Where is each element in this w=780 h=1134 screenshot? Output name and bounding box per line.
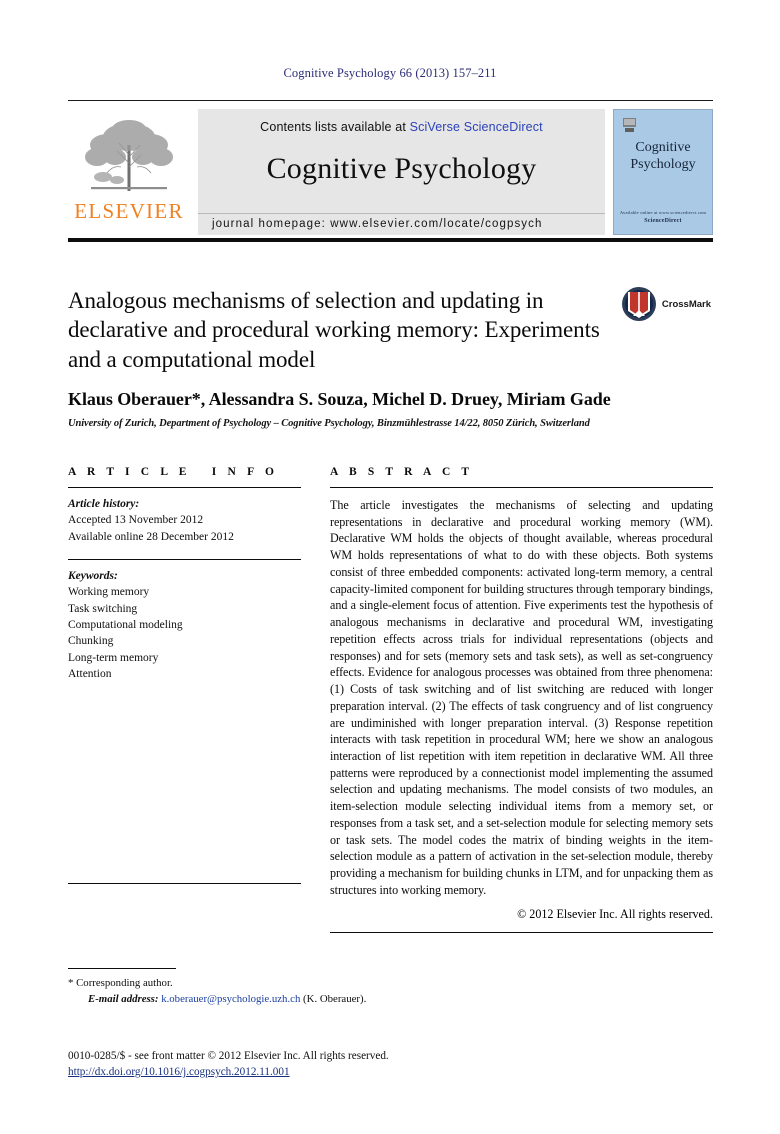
journal-masthead: ELSEVIER Contents lists available at Sci…	[68, 100, 713, 235]
keywords-block: Keywords: Working memory Task switching …	[68, 560, 301, 682]
abstract-heading: A B S T R A C T	[330, 466, 474, 478]
email-link[interactable]: k.oberauer@psychologie.uzh.ch	[161, 993, 300, 1005]
crossmark-label: CrossMark	[661, 298, 711, 310]
abstract-rule-bottom	[330, 931, 713, 933]
author-list: Klaus Oberauer*, Alessandra S. Souza, Mi…	[68, 389, 611, 410]
article-info-rule-bottom	[68, 883, 301, 885]
affiliation: University of Zurich, Department of Psyc…	[68, 418, 590, 430]
article-info-column: A R T I C L E I N F O Article history: A…	[68, 466, 301, 933]
abstract-copyright: © 2012 Elsevier Inc. All rights reserved…	[517, 906, 713, 921]
sciverse-link[interactable]: SciVerse	[410, 120, 461, 134]
email-label: E-mail address:	[88, 993, 159, 1006]
info-abstract-columns: A R T I C L E I N F O Article history: A…	[68, 466, 713, 933]
title-block: CrossMark Analogous mechanisms of select…	[68, 286, 713, 429]
cover-footer-line1: Available online at www.sciencedirect.co…	[619, 210, 707, 216]
journal-homepage[interactable]: journal homepage: www.elsevier.com/locat…	[198, 213, 605, 235]
crossmark-icon	[621, 287, 656, 321]
colophon-block: 0010-0285/$ - see front matter © 2012 El…	[68, 1048, 628, 1080]
running-head: Cognitive Psychology 66 (2013) 157–211	[283, 66, 497, 80]
elsevier-tree-icon	[85, 120, 173, 191]
crossmark-badge[interactable]: CrossMark	[621, 286, 711, 322]
masthead-center-box: Contents lists available at SciVerse Sci…	[198, 109, 605, 235]
cover-journal-title: Cognitive Psychology	[614, 140, 712, 173]
cover-footer-line2: ScienceDirect	[644, 218, 682, 224]
article-history-label: Article history:	[68, 498, 140, 510]
keyword-item: Chunking	[68, 635, 114, 648]
keyword-item: Working memory	[68, 586, 150, 599]
keyword-item: Attention	[68, 667, 112, 680]
article-info-heading: A R T I C L E I N F O	[68, 466, 279, 478]
keyword-item: Long-term memory	[68, 651, 159, 664]
issn-copyright-line: 0010-0285/$ - see front matter © 2012 El…	[68, 1050, 389, 1062]
journal-cover-thumbnail[interactable]: Cognitive Psychology Available online at…	[613, 109, 713, 235]
email-line: E-mail address: k.oberauer@psychologie.u…	[68, 991, 488, 1007]
doi-link[interactable]: http://dx.doi.org/10.1016/j.cogpsych.201…	[68, 1064, 628, 1080]
article-history-item: Available online 28 December 2012	[68, 530, 234, 543]
article-history: Article history: Accepted 13 November 20…	[68, 488, 301, 545]
corresponding-author-line: * Corresponding author.	[68, 977, 173, 989]
keyword-item: Task switching	[68, 602, 138, 615]
masthead-bottom-rule	[68, 238, 713, 242]
contents-prefix: Contents lists available at	[260, 120, 410, 134]
cover-footer: Available online at www.sciencedirect.co…	[614, 210, 712, 226]
keywords-label: Keywords:	[68, 569, 118, 582]
abstract-text: The article investigates the mechanisms …	[330, 498, 714, 897]
elsevier-mark-icon	[623, 118, 636, 132]
journal-title: Cognitive Psychology	[266, 152, 537, 185]
keyword-item: Computational modeling	[68, 618, 183, 631]
article-first-page: Cognitive Psychology 66 (2013) 157–211 E…	[0, 0, 780, 1134]
email-suffix: (K. Oberauer).	[300, 993, 367, 1006]
page-title: Analogous mechanisms of selection and up…	[68, 288, 600, 372]
sciencedirect-link[interactable]: ScienceDirect	[460, 120, 543, 134]
elsevier-logo: ELSEVIER	[68, 109, 190, 235]
cover-title-line2: Psychology	[630, 156, 696, 172]
column-gap	[301, 466, 330, 933]
abstract-column: A B S T R A C T The article investigates…	[330, 466, 713, 933]
article-history-item: Accepted 13 November 2012	[68, 514, 204, 527]
contents-list-line: Contents lists available at SciVerse Sci…	[260, 120, 543, 134]
cover-title-line1: Cognitive	[635, 140, 691, 155]
corresponding-author-footnote: * Corresponding author. E-mail address: …	[68, 968, 488, 1007]
elsevier-wordmark: ELSEVIER	[74, 199, 184, 223]
footnote-rule	[68, 968, 176, 969]
